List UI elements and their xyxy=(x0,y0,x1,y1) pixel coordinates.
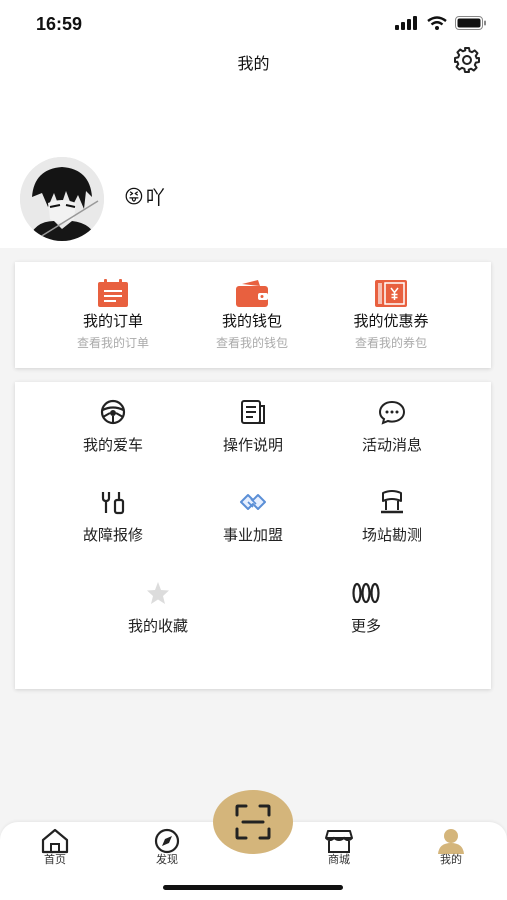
username-emoji: 😝 xyxy=(124,185,144,208)
tab-home[interactable]: 首页 xyxy=(25,828,85,867)
my-coupons-label: 我的优惠券 xyxy=(353,312,429,330)
wallet-icon xyxy=(236,280,268,307)
coupon-icon xyxy=(375,280,407,307)
scan-button[interactable] xyxy=(213,790,293,854)
home-indicator xyxy=(163,885,343,890)
avatar-illustration xyxy=(20,157,104,241)
instructions-label: 操作说明 xyxy=(222,436,283,454)
star-icon xyxy=(147,582,169,604)
status-time: 16:59 xyxy=(36,14,83,34)
wallet-card: 我的订单 查看我的订单 我的钱包 查看我的钱包 我的优惠券 查看我的券包 xyxy=(15,262,491,368)
repair-report-label: 故障报修 xyxy=(82,526,143,544)
tab-discover[interactable]: 发现 xyxy=(137,828,197,867)
site-survey-item[interactable]: 场站勘测 xyxy=(317,488,467,545)
page-title: 我的 xyxy=(237,54,270,73)
my-wallet-item[interactable]: 我的钱包 查看我的钱包 xyxy=(182,278,322,351)
handshake-icon xyxy=(240,494,266,510)
survey-flag-icon xyxy=(381,490,403,514)
tab-discover-label: 发现 xyxy=(156,853,178,866)
chat-bubble-icon xyxy=(378,400,406,425)
tab-home-label: 首页 xyxy=(44,853,66,866)
username: 😝 吖 xyxy=(124,183,165,210)
my-favorites-item[interactable]: 我的收藏 xyxy=(83,579,233,636)
username-text: 吖 xyxy=(145,187,165,209)
more-item[interactable]: 更多 xyxy=(291,579,441,636)
document-icon xyxy=(241,400,265,424)
my-car-label: 我的爱车 xyxy=(82,436,143,454)
my-favorites-label: 我的收藏 xyxy=(127,617,188,635)
my-orders-item[interactable]: 我的订单 查看我的订单 xyxy=(43,278,183,351)
battery-icon xyxy=(455,16,486,30)
instructions-item[interactable]: 操作说明 xyxy=(178,398,328,455)
my-wallet-label: 我的钱包 xyxy=(221,312,282,330)
settings-gear-icon[interactable] xyxy=(453,46,481,74)
activity-messages-item[interactable]: 活动消息 xyxy=(317,398,467,455)
my-coupons-item[interactable]: 我的优惠券 查看我的券包 xyxy=(321,278,461,351)
wrench-icon xyxy=(101,492,125,515)
my-orders-label: 我的订单 xyxy=(82,312,143,330)
tab-store-label: 商城 xyxy=(328,853,350,866)
profile-header-area: 16:59 我的 😝 吖 xyxy=(0,0,507,248)
my-coupons-sub: 查看我的券包 xyxy=(354,336,427,350)
status-icons xyxy=(395,16,487,30)
more-icon xyxy=(352,582,380,604)
my-wallet-sub: 查看我的钱包 xyxy=(215,336,288,350)
franchise-item[interactable]: 事业加盟 xyxy=(178,488,328,545)
repair-report-item[interactable]: 故障报修 xyxy=(38,488,188,545)
signal-icon xyxy=(395,16,417,30)
tab-store[interactable]: 商城 xyxy=(309,828,369,867)
site-survey-label: 场站勘测 xyxy=(361,526,422,544)
tab-mine-label: 我的 xyxy=(440,853,462,866)
activity-messages-label: 活动消息 xyxy=(361,436,422,454)
franchise-label: 事业加盟 xyxy=(222,526,283,544)
steering-wheel-icon xyxy=(100,399,126,425)
scan-icon xyxy=(235,804,271,840)
services-card: 我的爱车 操作说明 活动消息 故障报修 事业加盟 场站勘测 我的收藏 更多 xyxy=(15,382,491,689)
wifi-icon xyxy=(427,16,447,30)
more-label: 更多 xyxy=(350,617,381,635)
avatar[interactable] xyxy=(20,157,104,241)
tab-mine[interactable]: 我的 xyxy=(421,828,481,867)
my-car-item[interactable]: 我的爱车 xyxy=(38,398,188,455)
order-clipboard-icon xyxy=(98,279,128,307)
status-bar: 16:59 xyxy=(0,0,507,48)
my-orders-sub: 查看我的订单 xyxy=(76,336,149,350)
